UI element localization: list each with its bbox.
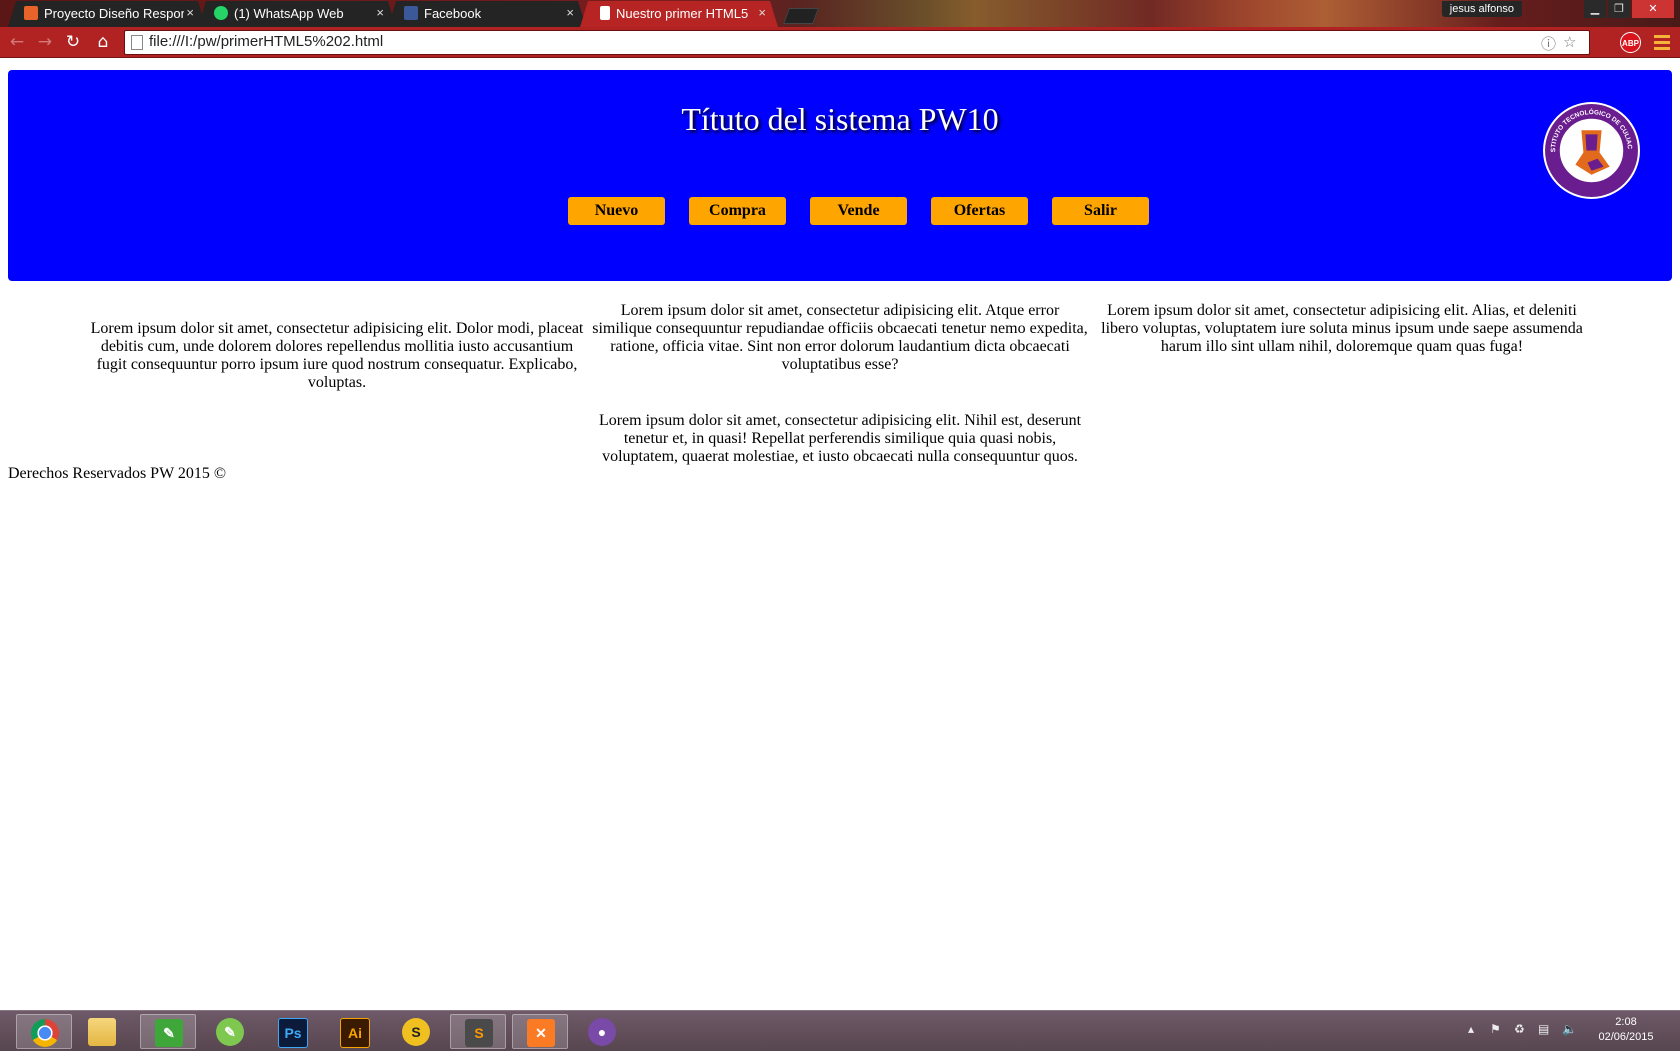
corel-photo-icon: ✎ (216, 1018, 244, 1046)
close-window-icon[interactable]: ✕ (1632, 0, 1674, 18)
content-column-1: Lorem ipsum dolor sit amet, consectetur … (90, 320, 584, 391)
nav-vende-button[interactable]: Vende (810, 197, 907, 225)
institute-logo: INSTITUTO TECNOLÓGICO DE CULIACÁN CON LA… (1541, 100, 1640, 199)
home-icon[interactable]: ⌂ (92, 31, 114, 53)
chrome-icon (31, 1019, 59, 1047)
site-header: Títuto del sistema PW10 INSTITUTO TECNOL… (8, 70, 1672, 281)
nav-compra-button[interactable]: Compra (689, 197, 786, 225)
forward-icon[interactable]: → (34, 31, 56, 53)
nav-nuevo-button[interactable]: Nuevo (568, 197, 665, 225)
tab-title: (1) WhatsApp Web (234, 6, 344, 21)
corel-draw-icon: ✎ (155, 1019, 183, 1047)
xampp-icon (24, 6, 38, 20)
content-column-3: Lorem ipsum dolor sit amet, consectetur … (1101, 302, 1583, 355)
bookmark-star-icon[interactable]: ☆ (1563, 33, 1576, 51)
new-tab-button[interactable] (783, 8, 819, 24)
close-icon[interactable]: × (186, 5, 194, 20)
sublime-alt-icon: S (402, 1018, 430, 1046)
tab-whatsapp[interactable]: (1) WhatsApp Web × (198, 1, 396, 27)
clock-time: 2:08 (1615, 1016, 1637, 1028)
tab-nuestro-primer-html5[interactable]: Nuestro primer HTML5 × (580, 1, 778, 27)
tab-facebook[interactable]: Facebook × (388, 1, 586, 27)
illustrator-icon: Ai (340, 1018, 370, 1048)
close-icon[interactable]: × (566, 5, 574, 20)
theme-background (800, 0, 1500, 27)
address-bar[interactable]: ⓘ ☆ (124, 30, 1590, 55)
taskbar-xampp[interactable]: ✕ (512, 1014, 568, 1049)
taskbar-corel-draw[interactable]: ✎ (140, 1014, 196, 1049)
show-hidden-icons-icon[interactable]: ▴ (1468, 1022, 1474, 1036)
cat-icon: ● (588, 1018, 616, 1046)
taskbar-chrome[interactable] (16, 1014, 72, 1049)
page-icon (131, 35, 143, 50)
chrome-menu-icon[interactable] (1654, 35, 1670, 53)
sublime-text-icon: S (465, 1019, 493, 1047)
tab-proyecto[interactable]: Proyecto Diseño Responsi × (8, 1, 206, 27)
url-input[interactable] (149, 32, 1529, 51)
xampp-icon: ✕ (527, 1019, 555, 1047)
browser-toolbar: ← → ↻ ⌂ ⓘ ☆ ABP (0, 27, 1680, 58)
taskbar-sublime-text[interactable]: S (450, 1014, 506, 1049)
nav-ofertas-button[interactable]: Ofertas (931, 197, 1028, 225)
close-icon[interactable]: × (376, 5, 384, 20)
taskbar-sublime-alt[interactable]: S (388, 1014, 444, 1049)
content-column-2: Lorem ipsum dolor sit amet, consectetur … (592, 302, 1088, 373)
restore-icon[interactable]: ❐ (1608, 0, 1630, 18)
volume-icon[interactable]: 🔈 (1562, 1022, 1577, 1036)
profile-name[interactable]: jesus alfonso (1441, 1, 1522, 17)
adblock-plus-icon[interactable]: ABP (1620, 32, 1641, 53)
main-nav: Nuevo Compra Vende Ofertas Salir (8, 197, 1672, 225)
site-footer: Derechos Reservados PW 2015 © (8, 465, 227, 482)
facebook-icon (404, 6, 418, 20)
back-icon[interactable]: ← (6, 31, 28, 53)
taskbar-illustrator[interactable]: Ai (326, 1014, 382, 1049)
taskbar-corel-photo[interactable]: ✎ (202, 1014, 258, 1049)
sync-icon[interactable]: ♻ (1514, 1022, 1525, 1036)
clock-date: 02/06/2015 (1598, 1031, 1654, 1043)
tab-title: Proyecto Diseño Responsi (44, 6, 184, 21)
minimize-icon[interactable]: ▁ (1584, 0, 1606, 18)
system-clock[interactable]: 2:08 02/06/2015 (1588, 1015, 1664, 1045)
nav-salir-button[interactable]: Salir (1052, 197, 1149, 225)
site-title: Títuto del sistema PW10 (681, 101, 999, 137)
folder-icon (88, 1018, 116, 1046)
close-icon[interactable]: × (758, 5, 766, 20)
taskbar-photoshop[interactable]: Ps (264, 1014, 320, 1049)
taskbar-file-explorer[interactable] (74, 1014, 130, 1049)
action-center-flag-icon[interactable]: ⚑ (1490, 1022, 1501, 1036)
whatsapp-icon (214, 6, 228, 20)
taskbar-cat-app[interactable]: ● (574, 1014, 630, 1049)
browser-tabstrip: Proyecto Diseño Responsi × (1) WhatsApp … (0, 0, 1680, 27)
content-second-row: Lorem ipsum dolor sit amet, consectetur … (598, 412, 1082, 465)
info-icon[interactable]: ⓘ (1541, 33, 1556, 54)
page-icon (600, 6, 610, 20)
reload-icon[interactable]: ↻ (62, 31, 84, 53)
network-icon[interactable]: ▤ (1538, 1022, 1549, 1036)
tab-title: Facebook (424, 6, 482, 21)
photoshop-icon: Ps (278, 1018, 308, 1048)
tab-title: Nuestro primer HTML5 (616, 6, 749, 21)
windows-taskbar: ✎ ✎ Ps Ai S S ✕ ● ▴ ⚑ ♻ ▤ 🔈 2:08 02/06/2… (0, 1010, 1680, 1051)
